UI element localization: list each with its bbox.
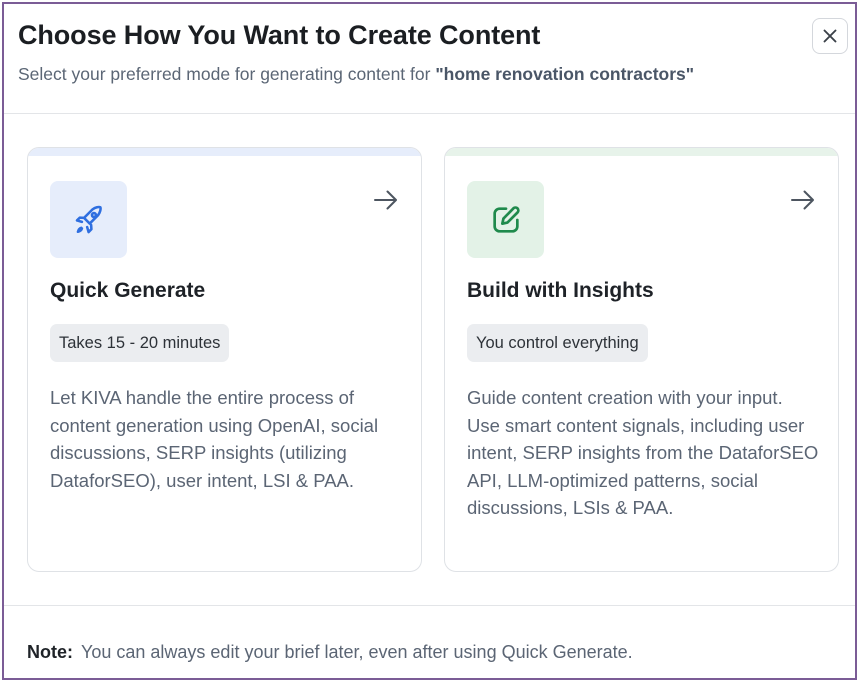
dialog-footer: Note: You can always edit your brief late… — [4, 605, 855, 678]
footer-note: Note: You can always edit your brief late… — [27, 642, 633, 663]
close-button[interactable] — [812, 18, 848, 54]
note-text: You can always edit your brief later, ev… — [81, 642, 633, 662]
card-accent-bar — [445, 148, 838, 156]
icon-container — [50, 181, 127, 258]
keyword-text: "home renovation contractors" — [435, 64, 695, 84]
icon-container — [467, 181, 544, 258]
arrow-right-icon — [374, 190, 397, 210]
subtitle-text: Select your preferred mode for generatin… — [18, 64, 436, 84]
dialog-title: Choose How You Want to Create Content — [18, 20, 541, 50]
card-description: Let KIVA handle the entire process of co… — [50, 387, 379, 491]
card-accent-bar — [28, 148, 421, 156]
control-badge: You control everything — [467, 324, 648, 362]
content-mode-dialog: Choose How You Want to Create Content Se… — [2, 2, 857, 680]
duration-badge: Takes 15 - 20 minutes — [50, 324, 230, 362]
card-title: Quick Generate — [50, 279, 206, 302]
rocket-icon — [75, 205, 102, 233]
quick-generate-card[interactable]: Quick Generate Takes 15 - 20 minutes Let… — [27, 147, 422, 572]
card-description: Guide content creation with your input. … — [467, 387, 819, 518]
dialog-header: Choose How You Want to Create Content Se… — [4, 4, 855, 114]
note-label: Note: — [27, 642, 73, 662]
arrow-right-icon — [791, 190, 814, 210]
dialog-subtitle: Select your preferred mode for generatin… — [18, 64, 694, 85]
card-title: Build with Insights — [467, 279, 654, 302]
close-icon — [823, 29, 837, 43]
build-with-insights-card[interactable]: Build with Insights You control everythi… — [444, 147, 839, 572]
edit-square-icon — [492, 205, 520, 233]
